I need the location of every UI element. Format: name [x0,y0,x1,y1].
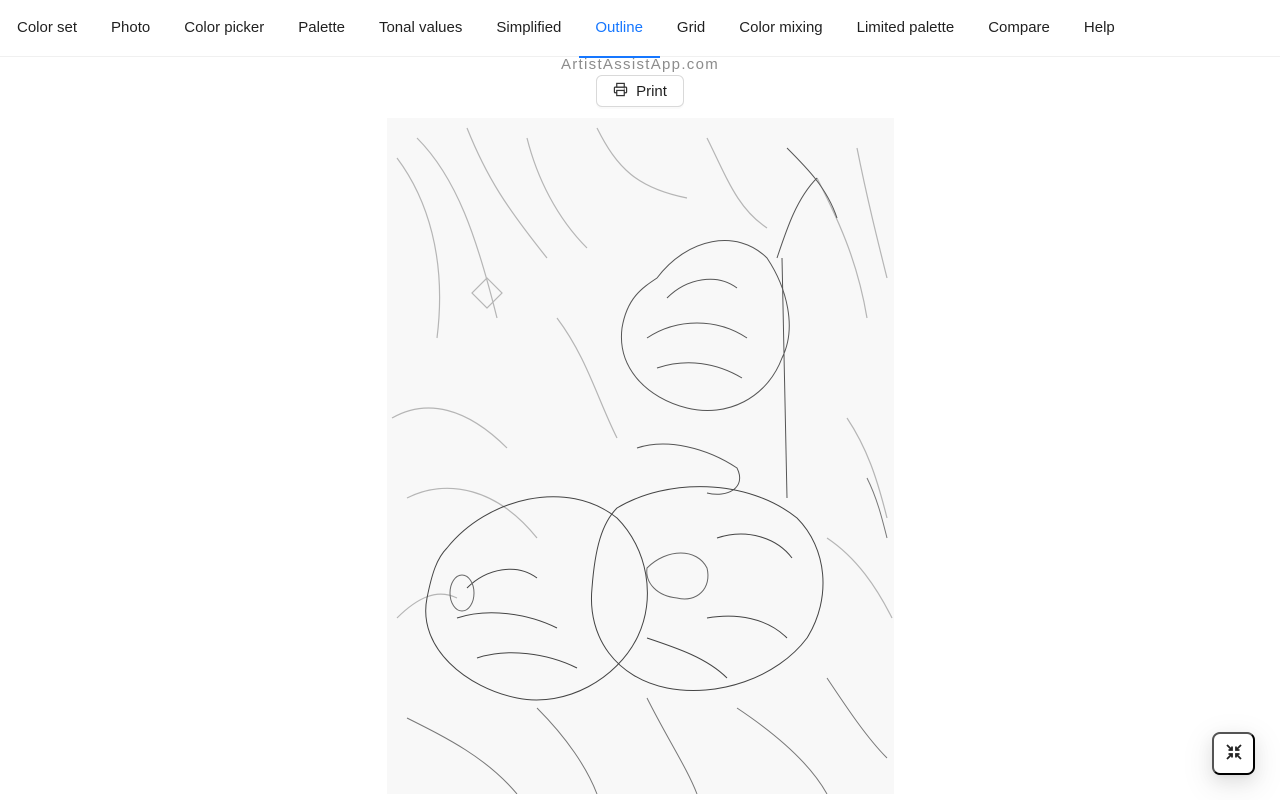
tab-palette[interactable]: Palette [298,0,345,57]
tab-grid[interactable]: Grid [677,0,705,57]
tab-bar: Color set Photo Color picker Palette Ton… [0,0,1280,58]
watermark: ArtistAssistApp.com [560,56,720,73]
tab-simplified[interactable]: Simplified [496,0,561,57]
tab-photo[interactable]: Photo [111,0,150,57]
tab-compare[interactable]: Compare [988,0,1050,57]
tab-color-picker[interactable]: Color picker [184,0,264,57]
exit-fullscreen-button[interactable] [1212,732,1255,775]
fullscreen-exit-icon [1225,743,1243,764]
print-button[interactable]: Print [596,75,684,107]
tab-tonal-values[interactable]: Tonal values [379,0,462,57]
tab-limited-palette[interactable]: Limited palette [857,0,955,57]
printer-icon [613,82,628,101]
print-button-label: Print [636,82,667,100]
tab-help[interactable]: Help [1084,0,1115,57]
tab-outline[interactable]: Outline [579,0,660,58]
tab-color-set[interactable]: Color set [17,0,77,57]
tab-color-mixing[interactable]: Color mixing [739,0,822,57]
outline-image [387,118,894,794]
